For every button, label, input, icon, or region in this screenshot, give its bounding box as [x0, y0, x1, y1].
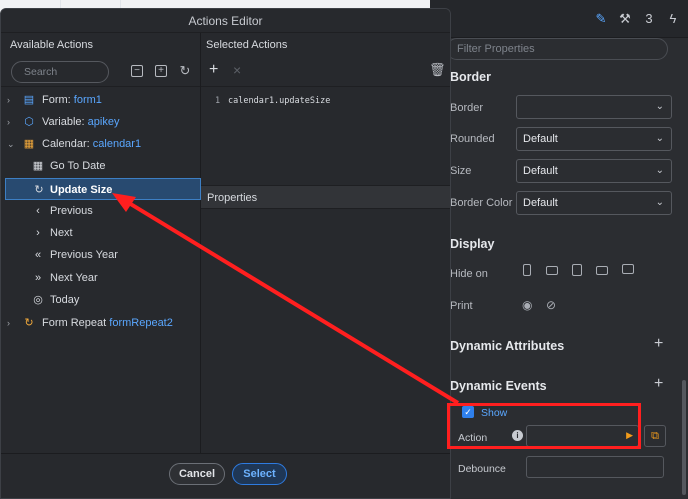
edit-icon[interactable]: ✎: [594, 12, 608, 26]
actions-editor-dialog: Actions Editor Available Actions Search …: [0, 8, 451, 499]
css-icon[interactable]: 3: [642, 12, 656, 26]
tree-item-previous[interactable]: ‹ Previous: [1, 200, 201, 222]
available-actions-pane: Available Actions Search − + ↻ › ▤ Form:…: [1, 33, 201, 453]
chevron-right-icon: ›: [7, 117, 10, 127]
add-attribute-icon[interactable]: +: [654, 335, 663, 353]
debounce-label: Debounce: [458, 463, 506, 475]
expand-all-icon[interactable]: +: [155, 65, 167, 77]
dialog-title: Actions Editor: [1, 9, 450, 33]
double-chevron-left-icon: «: [34, 249, 42, 261]
code-line: calendar1.updateSize: [228, 96, 331, 106]
tree-item-next-year[interactable]: » Next Year: [1, 267, 201, 289]
size-select[interactable]: Default ⌄: [516, 159, 672, 183]
remove-action-icon[interactable]: ×: [233, 62, 241, 78]
size-label: Size: [450, 165, 472, 177]
repeat-icon: ↻: [24, 317, 34, 329]
tree-item-form1[interactable]: › ▤ Form: form1: [1, 89, 201, 111]
debounce-input[interactable]: [526, 456, 664, 478]
dynamic-attributes-title: Dynamic Attributes: [450, 339, 565, 353]
tree-item-today[interactable]: ◎ Today: [1, 289, 201, 311]
phone-icon[interactable]: [523, 264, 531, 276]
panel-toolbar: ✎ ⚒ 3 ϟ: [430, 0, 688, 38]
border-label: Border: [450, 102, 484, 114]
rounded-label: Rounded: [450, 133, 495, 145]
filter-properties-input[interactable]: Filter Properties: [446, 38, 668, 60]
hide-on-label: Hide on: [450, 268, 488, 280]
selected-actions-pane: Selected Actions + × 🗑 1 calendar1.updat…: [201, 33, 450, 453]
chevron-right-icon: ›: [7, 95, 10, 105]
double-chevron-right-icon: »: [34, 272, 42, 284]
tree-item-formrepeat2[interactable]: › ↻ Form Repeat formRepeat2: [1, 312, 201, 334]
display-section-title: Display: [450, 237, 495, 251]
selected-actions-header: Selected Actions: [206, 39, 288, 51]
add-action-icon[interactable]: +: [209, 61, 218, 79]
calendar-icon: ▦: [23, 138, 35, 150]
cancel-button[interactable]: Cancel: [169, 463, 225, 485]
eye-icon[interactable]: ◉: [522, 298, 532, 312]
tree-item-apikey[interactable]: › ⬡ Variable: apikey: [1, 111, 201, 133]
line-number: 1: [215, 96, 221, 106]
target-icon: ◎: [33, 294, 43, 306]
action-properties-header: Properties: [201, 185, 450, 209]
search-input[interactable]: Search: [11, 61, 109, 83]
desktop-icon[interactable]: [622, 264, 634, 274]
collapse-all-icon[interactable]: −: [131, 65, 143, 77]
calendar-date-icon: ▦: [32, 160, 44, 172]
action-picker-icon[interactable]: ⧉: [644, 425, 666, 447]
border-section-title: Border: [450, 70, 491, 84]
border-select[interactable]: ⌄: [516, 95, 672, 119]
dynamic-events-title: Dynamic Events: [450, 379, 547, 393]
chevron-right-icon: ›: [36, 227, 40, 239]
tablet-icon[interactable]: [572, 264, 582, 276]
chevron-left-icon: ‹: [36, 205, 40, 217]
lightning-icon[interactable]: ϟ: [666, 12, 680, 26]
available-actions-header: Available Actions: [10, 39, 93, 51]
magic-wand-icon[interactable]: ⚒: [618, 12, 632, 26]
search-toolbar: Search − + ↻: [1, 57, 200, 87]
border-color-select[interactable]: Default ⌄: [516, 191, 672, 215]
eye-off-icon[interactable]: ⊘: [546, 298, 556, 312]
tree-item-update-size[interactable]: ↻ Update Size: [5, 178, 201, 200]
tree-item-go-to-date[interactable]: ▦ Go To Date: [1, 155, 201, 177]
form-icon: ▤: [23, 94, 35, 106]
refresh-icon[interactable]: ↻: [179, 64, 191, 77]
variable-icon: ⬡: [24, 116, 34, 128]
border-color-label: Border Color: [450, 197, 513, 209]
tree-item-previous-year[interactable]: « Previous Year: [1, 244, 201, 266]
print-label: Print: [450, 300, 473, 312]
select-button[interactable]: Select: [232, 463, 287, 485]
tablet-landscape-icon[interactable]: [546, 266, 558, 275]
trash-icon[interactable]: 🗑: [429, 62, 446, 78]
selected-actions-code[interactable]: 1 calendar1.updateSize: [201, 87, 450, 175]
dialog-footer: Cancel Select: [1, 453, 450, 498]
rounded-select[interactable]: Default ⌄: [516, 127, 672, 151]
tree-item-next[interactable]: › Next: [1, 222, 201, 244]
annotation-highlight-box: [447, 403, 641, 449]
panel-scrollbar[interactable]: [682, 380, 686, 495]
selected-actions-toolbar: + × 🗑: [201, 57, 450, 87]
add-event-icon[interactable]: +: [654, 375, 663, 393]
tree-item-calendar1[interactable]: ⌄ ▦ Calendar: calendar1: [1, 133, 201, 155]
refresh-icon: ↻: [34, 184, 44, 196]
chevron-down-icon: ⌄: [7, 139, 15, 149]
laptop-icon[interactable]: [596, 266, 608, 275]
chevron-right-icon: ›: [7, 318, 10, 328]
